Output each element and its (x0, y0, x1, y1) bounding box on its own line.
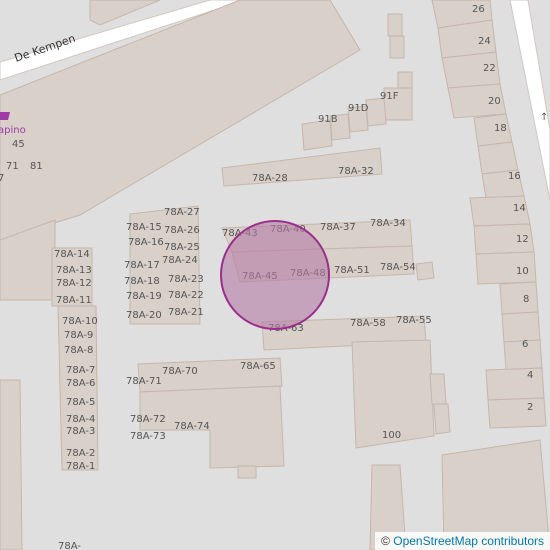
house-number-label: 78A-70 (162, 366, 198, 377)
location-marker[interactable] (220, 220, 330, 330)
house-number-label: 78A-22 (168, 290, 204, 301)
house-number-label: 78A-34 (370, 218, 406, 229)
house-number-label: 78A-14 (54, 249, 90, 260)
house-number-label: 78A-11 (56, 295, 92, 306)
house-number-label: 78A-19 (126, 291, 162, 302)
house-number-label: 24 (478, 36, 491, 47)
house-number-label: 78A-55 (396, 315, 432, 326)
house-number-label: 78A-7 (66, 365, 95, 376)
house-number-label: 78A-73 (130, 431, 166, 442)
house-number-label: 16 (508, 171, 521, 182)
house-number-label: 78A-24 (162, 255, 198, 266)
house-number-label: 78A-15 (126, 222, 162, 233)
house-number-label: 10 (516, 266, 529, 277)
house-number-label: 78A-25 (164, 242, 200, 253)
house-number-label: 78A-54 (380, 262, 416, 273)
house-number-label: 14 (513, 203, 526, 214)
house-number-label: 78A-23 (168, 274, 204, 285)
house-number-label: 91B (318, 114, 338, 125)
house-number-label: 78A-20 (126, 310, 162, 321)
house-number-label: 78A-16 (128, 237, 164, 248)
house-number-label: 78A-71 (126, 376, 162, 387)
house-number-label: 20 (488, 96, 501, 107)
house-number-label: 71 (6, 161, 19, 172)
house-number-label: 26 (472, 4, 485, 15)
house-number-label: 8 (523, 294, 529, 305)
map-view[interactable]: De Kempen apino 45 26 24 22 20 18 16 14 12 10 8 6 4… (0, 0, 550, 550)
poi-number: 45 (12, 139, 25, 150)
house-number-label: 78A-8 (64, 345, 93, 356)
building-large-nw (0, 0, 361, 241)
house-number-label: 81 (30, 161, 43, 172)
poi-name: apino (0, 125, 26, 136)
house-number-label: 12 (516, 234, 529, 245)
house-number-label: 78A-10 (62, 316, 98, 327)
house-number-label: 78A-28 (252, 173, 288, 184)
house-number-label: 6 (522, 339, 528, 350)
house-number-label: 78A-9 (64, 330, 93, 341)
house-number-label: 22 (483, 63, 496, 74)
house-number-label: 78A-13 (56, 265, 92, 276)
house-number-label: 78A-17 (124, 260, 160, 271)
house-number-label: 78A-32 (338, 166, 374, 177)
house-number-label: 78A-5 (66, 397, 95, 408)
house-number-label: 78A-3 (66, 426, 95, 437)
house-number-label: 78A-21 (168, 307, 204, 318)
house-number-label: 4 (527, 370, 533, 381)
copyright-symbol: © (381, 534, 390, 548)
house-number-label: 78A-12 (56, 278, 92, 289)
house-number-label: 78A-27 (164, 207, 200, 218)
house-number-label: 78A-74 (174, 421, 210, 432)
building-lower-central (261, 315, 451, 550)
house-number-label: 78A-18 (124, 276, 160, 287)
map-canvas: De Kempen apino 45 262422201816141210864… (0, 0, 550, 550)
house-number-label: 91F (380, 91, 399, 102)
attribution-link[interactable]: OpenStreetMap contributors (393, 534, 544, 548)
house-number-label: 91D (348, 103, 369, 114)
house-number-label: 78A-1 (66, 461, 95, 472)
house-number-label: 78A-72 (130, 414, 166, 425)
house-number-label: 78A- (58, 541, 81, 550)
house-number-label: 78A-37 (320, 222, 356, 233)
house-number-label: 78A-6 (66, 378, 95, 389)
house-number-label: 78A-26 (164, 225, 200, 236)
house-number-label: 100 (382, 430, 401, 441)
house-number-label: 78A-58 (350, 318, 386, 329)
house-number-label: 2 (527, 402, 533, 413)
house-number-label: 78A-2 (66, 448, 95, 459)
house-number-label: 7 (0, 173, 4, 184)
oneway-arrow-icon: ↑ (540, 112, 548, 123)
house-number-label: 18 (494, 123, 507, 134)
house-number-label: 78A-65 (240, 361, 276, 372)
house-number-label: 78A-51 (334, 265, 370, 276)
attribution: © OpenStreetMap contributors (375, 532, 550, 550)
house-number-label: 78A-4 (66, 414, 95, 425)
